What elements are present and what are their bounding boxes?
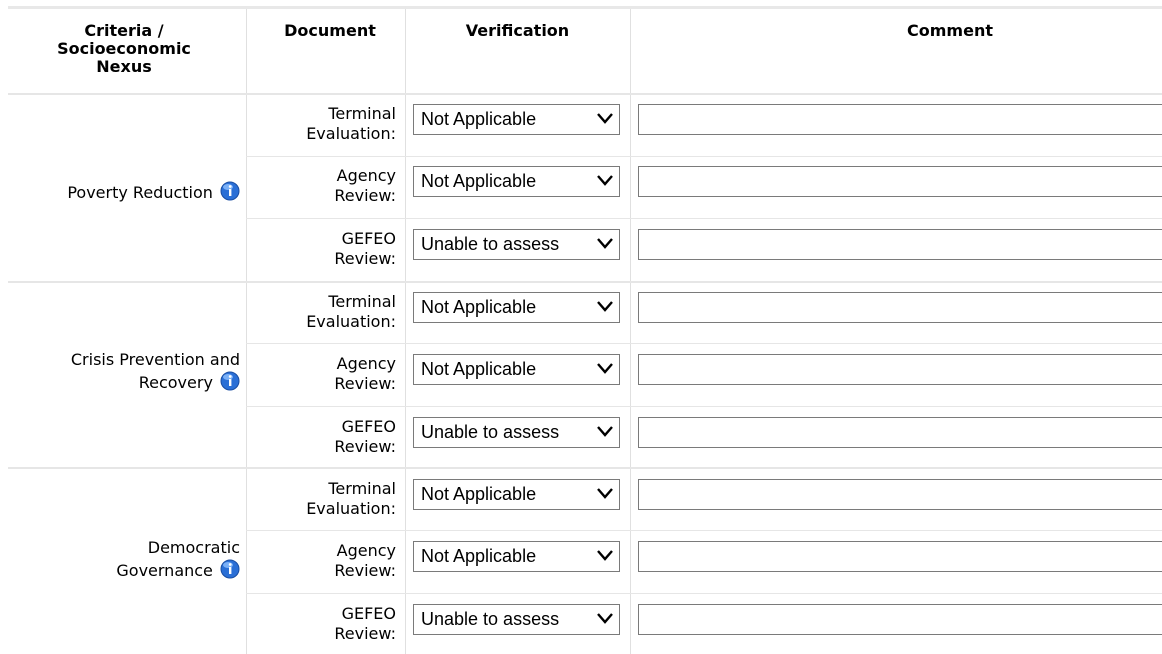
verification-select-value: Not Applicable [421, 484, 537, 504]
document-label-line1: GEFEO [341, 229, 396, 248]
criteria-label-line1: Democratic [147, 538, 240, 557]
table-top-border [8, 6, 1162, 9]
verification-select-value: Not Applicable [421, 171, 537, 191]
info-icon[interactable] [220, 371, 240, 391]
verification-select-value: Not Applicable [421, 359, 537, 379]
chevron-down-icon [597, 613, 613, 624]
verification-select[interactable]: Not Applicable [413, 166, 620, 197]
criteria-header-line3: Nexus [96, 57, 152, 76]
comment-input[interactable] [638, 104, 1162, 135]
document-label-line1: GEFEO [341, 417, 396, 436]
criteria-poverty-reduction: Poverty Reduction [8, 181, 240, 204]
chevron-down-icon [597, 113, 613, 124]
verification-select[interactable]: Unable to assess [413, 604, 620, 635]
info-icon[interactable] [220, 181, 240, 201]
chevron-down-icon [597, 426, 613, 437]
verification-select-value: Not Applicable [421, 297, 537, 317]
document-label: Agency Review: [246, 166, 396, 206]
criteria-header-line1: Criteria / [84, 21, 164, 40]
comment-input[interactable] [638, 166, 1162, 197]
criteria-label-line2-wrap: Governance [8, 559, 240, 582]
row-divider [8, 93, 1162, 95]
verification-select-value: Unable to assess [421, 609, 560, 629]
verification-select[interactable]: Not Applicable [413, 479, 620, 510]
comment-input[interactable] [638, 354, 1162, 385]
chevron-down-icon [597, 175, 613, 186]
document-label-line1: Terminal [328, 292, 396, 311]
document-label-line2: Evaluation: [306, 499, 396, 518]
row-divider [246, 406, 1162, 407]
document-label: GEFEO Review: [246, 604, 396, 644]
document-label: GEFEO Review: [246, 417, 396, 457]
verification-select-value: Unable to assess [421, 422, 560, 442]
document-label-line1: GEFEO [341, 604, 396, 623]
row-divider [246, 530, 1162, 531]
verification-select[interactable]: Not Applicable [413, 541, 620, 572]
verification-select[interactable]: Unable to assess [413, 229, 620, 260]
comment-input[interactable] [638, 229, 1162, 260]
row-divider [246, 593, 1162, 594]
verification-select-value: Not Applicable [421, 109, 537, 129]
comment-input[interactable] [638, 604, 1162, 635]
row-divider [246, 156, 1162, 157]
document-label-line1: Agency [336, 354, 396, 373]
document-label-line2: Evaluation: [306, 124, 396, 143]
chevron-down-icon [597, 363, 613, 374]
document-label-line1: Agency [336, 541, 396, 560]
document-label-line2: Evaluation: [306, 312, 396, 331]
document-label: Terminal Evaluation: [246, 292, 396, 332]
chevron-down-icon [597, 488, 613, 499]
verification-select-value: Unable to assess [421, 234, 560, 254]
criteria-democratic-governance: Democratic Governance [8, 537, 240, 582]
chevron-down-icon [597, 301, 613, 312]
document-label-line2: Review: [334, 249, 396, 268]
document-label-line2: Review: [334, 437, 396, 456]
criteria-header-line2: Socioeconomic [57, 39, 191, 58]
document-label-line1: Terminal [328, 104, 396, 123]
row-divider [8, 467, 1162, 469]
criteria-label: Poverty Reduction [67, 183, 213, 202]
document-label-line2: Review: [334, 186, 396, 205]
criteria-label-line2-wrap: Recovery [8, 371, 240, 394]
verification-select[interactable]: Not Applicable [413, 292, 620, 323]
document-label: GEFEO Review: [246, 229, 396, 269]
document-label-line1: Terminal [328, 479, 396, 498]
comment-input[interactable] [638, 541, 1162, 572]
comment-input[interactable] [638, 479, 1162, 510]
verification-select-value: Not Applicable [421, 546, 537, 566]
comment-input[interactable] [638, 292, 1162, 323]
document-label: Agency Review: [246, 354, 396, 394]
document-label: Terminal Evaluation: [246, 104, 396, 144]
criteria-label-line2: Governance [116, 561, 213, 580]
document-label-line2: Review: [334, 624, 396, 643]
criteria-label-line1: Crisis Prevention and [70, 350, 240, 369]
document-label-line1: Agency [336, 166, 396, 185]
document-label-line2: Review: [334, 561, 396, 580]
chevron-down-icon [597, 238, 613, 249]
verification-select[interactable]: Unable to assess [413, 417, 620, 448]
document-label: Agency Review: [246, 541, 396, 581]
verification-select[interactable]: Not Applicable [413, 104, 620, 135]
row-divider [246, 343, 1162, 344]
document-label-line2: Review: [334, 374, 396, 393]
comment-input[interactable] [638, 417, 1162, 448]
chevron-down-icon [597, 550, 613, 561]
criteria-crisis-prevention: Crisis Prevention and Recovery [8, 349, 240, 394]
document-label: Terminal Evaluation: [246, 479, 396, 519]
info-icon[interactable] [220, 559, 240, 579]
row-divider [246, 218, 1162, 219]
criteria-label-line2: Recovery [138, 373, 213, 392]
row-divider [8, 281, 1162, 283]
verification-select[interactable]: Not Applicable [413, 354, 620, 385]
